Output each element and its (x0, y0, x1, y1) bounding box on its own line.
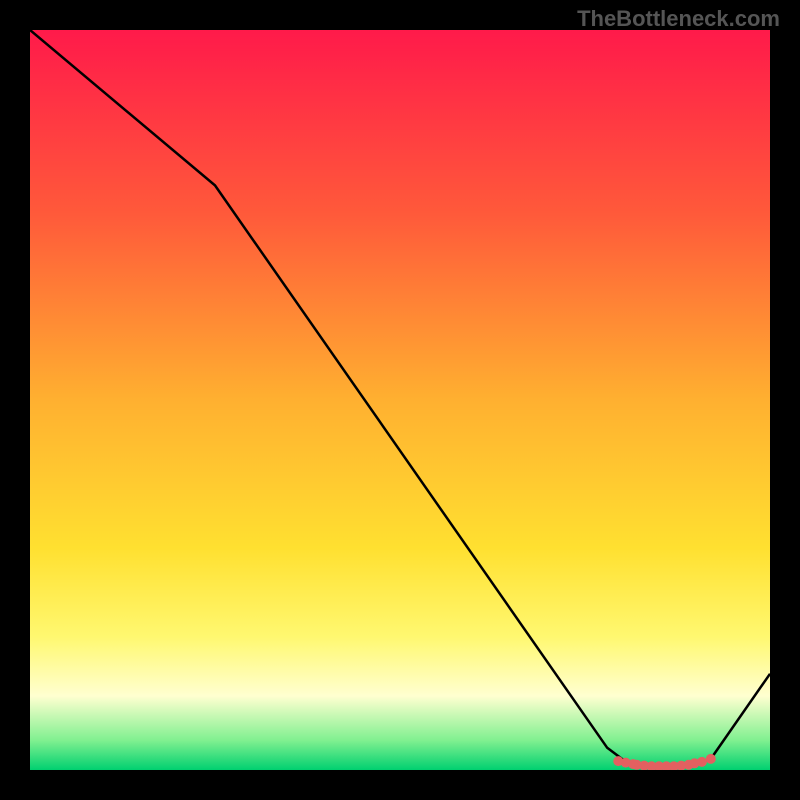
gradient-background (30, 30, 770, 770)
chart-svg (30, 30, 770, 770)
marker-point (706, 754, 716, 764)
chart-container: TheBottleneck.com (0, 0, 800, 800)
marker-point (697, 757, 707, 767)
plot-area (30, 30, 770, 770)
watermark: TheBottleneck.com (577, 6, 780, 32)
